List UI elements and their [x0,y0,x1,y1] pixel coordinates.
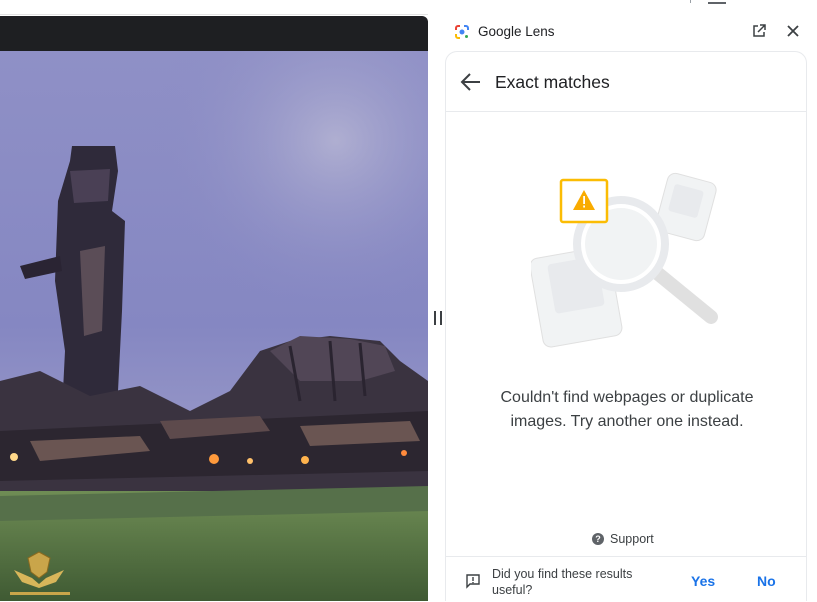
toolbar-icon[interactable] [708,0,726,4]
help-icon: ? [592,533,604,545]
no-results-illustration [531,172,718,348]
resize-handle[interactable] [434,311,442,325]
arrow-back-icon[interactable] [460,72,482,92]
page-title: Exact matches [495,72,610,92]
divider [0,14,428,15]
open-in-new-icon[interactable] [751,23,767,39]
toolbar-separator [690,0,691,3]
support-label: Support [610,532,654,546]
google-lens-logo-icon [455,25,469,39]
burnt-wreckage-photo [0,51,428,601]
feedback-no-button[interactable]: No [757,573,776,589]
empty-state-message: Couldn't find webpages or duplicate imag… [500,389,754,430]
feedback-bar: Did you find these results useful? Yes N… [446,556,806,602]
support-link[interactable]: ? Support [592,532,654,546]
feedback-question: Did you find these results useful? [492,567,633,597]
lens-header: Google Lens [445,18,817,46]
image-viewer [0,16,428,601]
feedback-icon [466,574,480,589]
emblem-watermark-icon [10,551,70,595]
panel-header: Exact matches [446,52,806,112]
browser-top-strip [0,0,817,16]
exact-matches-panel: Exact matches Couldn't find webpages or … [445,51,807,601]
lens-title: Google Lens [478,24,555,39]
close-icon[interactable] [785,23,801,39]
feedback-yes-button[interactable]: Yes [691,573,715,589]
